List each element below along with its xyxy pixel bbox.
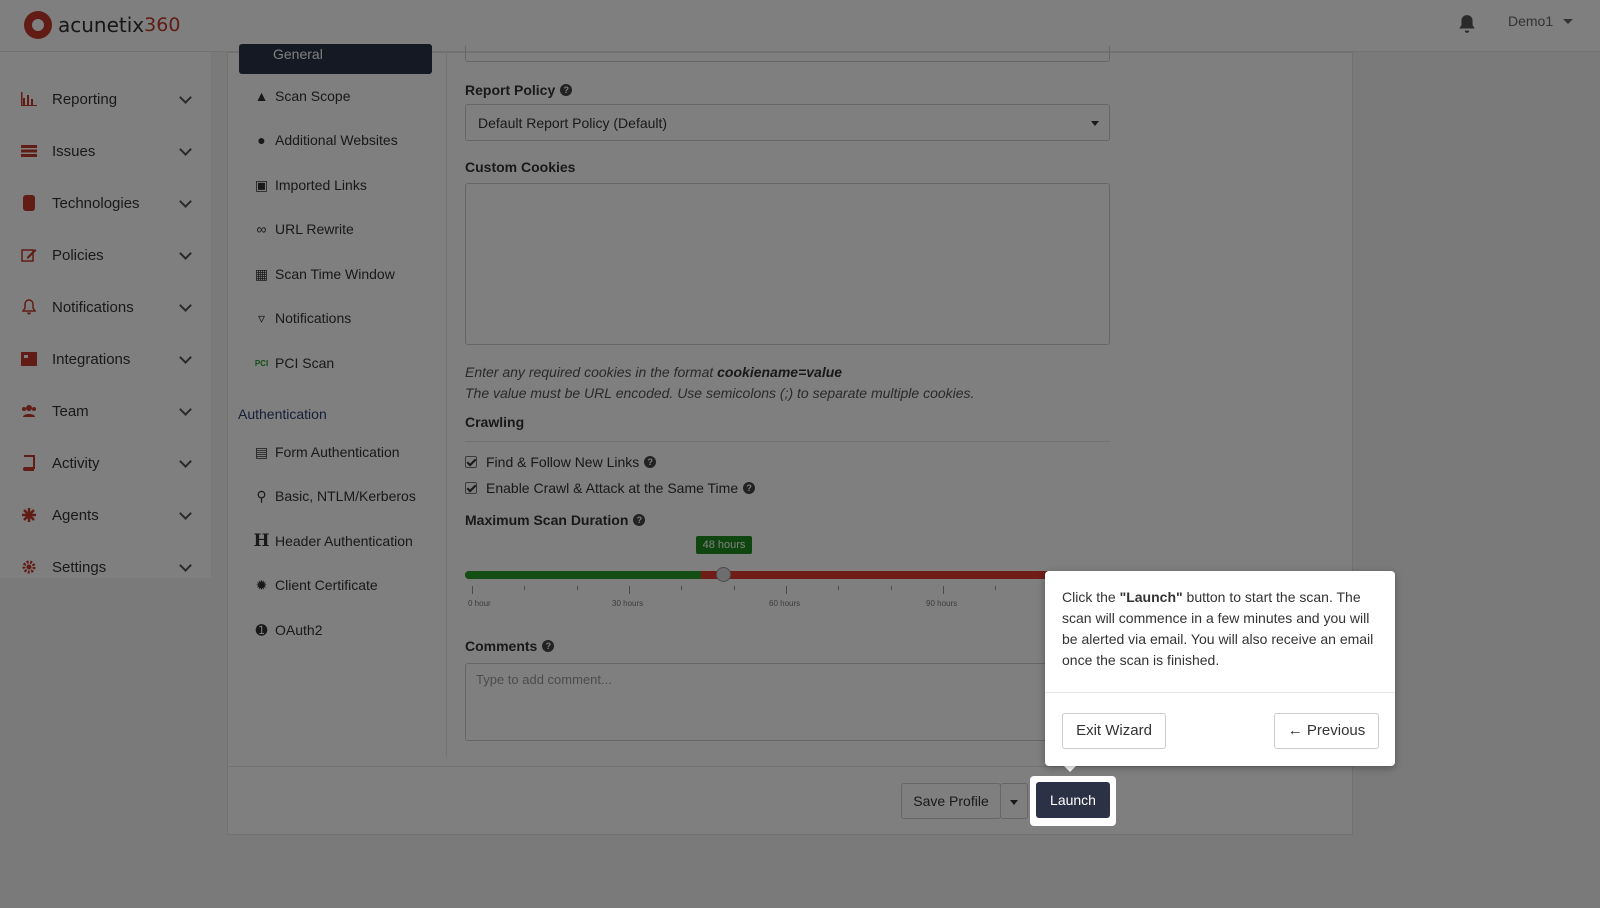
divider [1045,692,1395,693]
launch-button[interactable]: Launch [1036,782,1110,818]
wizard-text-bold: "Launch" [1119,589,1183,605]
previous-button[interactable]: ← Previous [1274,713,1379,749]
wizard-overlay [0,0,1600,908]
wizard-text-prefix: Click the [1062,589,1120,605]
wizard-popover: Click the "Launch" button to start the s… [1045,571,1395,766]
wizard-message: Click the "Launch" button to start the s… [1062,587,1380,671]
exit-wizard-button[interactable]: Exit Wizard [1062,713,1166,749]
